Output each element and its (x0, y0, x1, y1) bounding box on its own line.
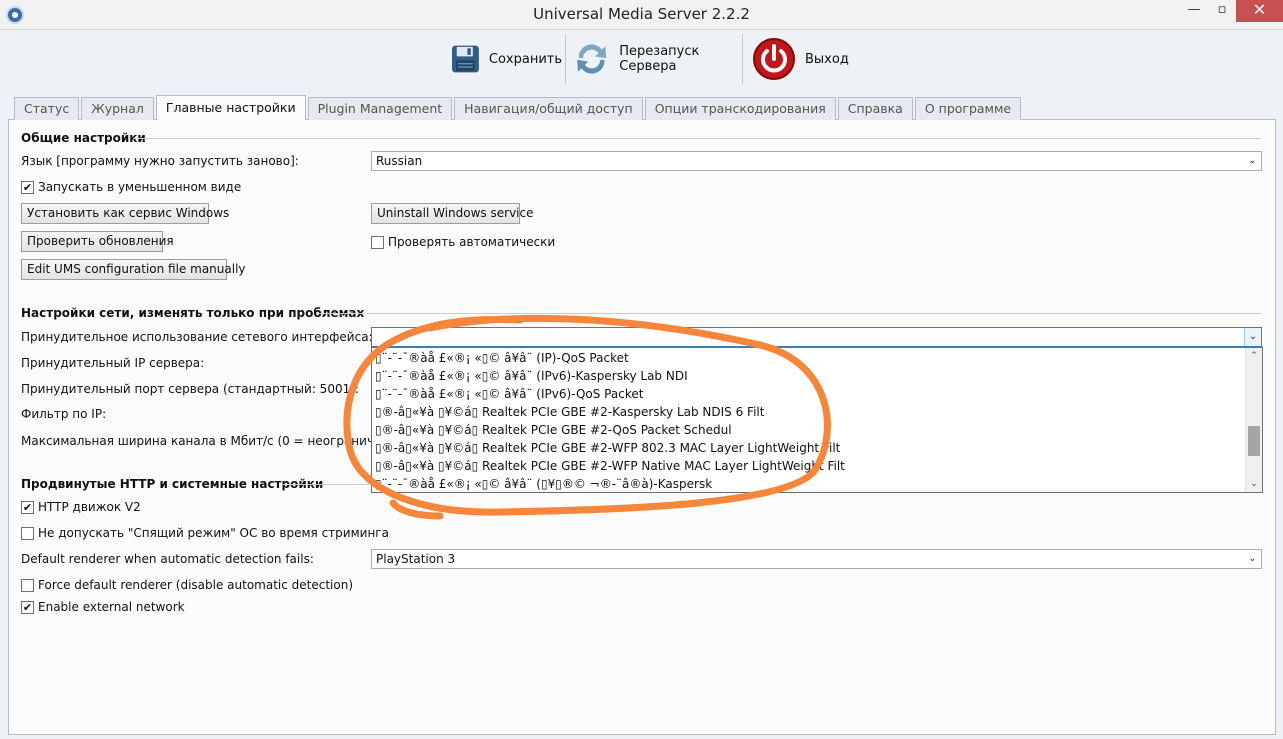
toolbar-separator (565, 34, 566, 84)
scrollbar-thumb[interactable] (1248, 425, 1260, 456)
external-network-label: Enable external network (38, 600, 185, 614)
section-divider (316, 313, 1261, 314)
scroll-up-arrow-icon[interactable]: ⌃ (1246, 348, 1262, 364)
prevent-sleep-checkbox[interactable]: Не допускать "Спящий режим" ОС во время … (21, 526, 389, 540)
check-updates-button[interactable]: Проверить обновления (21, 231, 174, 252)
tab-general-settings[interactable]: Главные настройки (155, 95, 306, 120)
http-v2-label: HTTP движок V2 (38, 500, 141, 514)
window-title: Universal Media Server 2.2.2 (533, 5, 750, 23)
dropdown-option[interactable]: ▯®-â▯«¥à ▯¥©á▯ Realtek PCIe GBE #2-WFP N… (375, 457, 845, 475)
external-network-checkbox[interactable]: ✔ Enable external network (21, 600, 185, 614)
chevron-down-icon: ⌄ (1244, 328, 1261, 346)
chevron-down-icon: ⌄ (1248, 155, 1257, 166)
checkbox-box: ✔ (21, 500, 34, 514)
tab-plugin-management[interactable]: Plugin Management (307, 97, 453, 120)
checkbox-box (21, 526, 34, 540)
force-interface-label: Принудительное использование сетевого ин… (21, 330, 373, 344)
exit-label: Выход (805, 51, 849, 67)
save-label: Сохранить (488, 51, 562, 67)
start-minimized-checkbox[interactable]: ✔ Запускать в уменьшенном виде (21, 180, 241, 194)
dropdown-option[interactable]: ▯®-â▯«¥à ▯¥©á▯ Realtek PCIe GBE #2-QoS P… (375, 421, 732, 439)
prevent-sleep-label: Не допускать "Спящий режим" ОС во время … (38, 526, 389, 540)
exit-button[interactable]: Выход (747, 32, 857, 86)
scroll-down-arrow-icon[interactable]: ⌄ (1246, 476, 1262, 492)
toolbar-separator (742, 34, 743, 84)
tab-log[interactable]: Журнал (81, 97, 154, 120)
checkbox-box: ✔ (21, 180, 34, 194)
start-minimized-label: Запускать в уменьшенном виде (38, 180, 242, 194)
save-button[interactable]: Сохранить (446, 32, 562, 86)
dropdown-option[interactable]: ▯¨-¨-¯®àå £«®¡ «▯© â¥â¨ (IPv6)-Kaspersky… (375, 367, 688, 385)
minimize-button[interactable]: — (1180, 0, 1208, 22)
auto-check-label: Проверять автоматически (388, 235, 556, 249)
title-bar: Universal Media Server 2.2.2 — ▫ ✕ (0, 0, 1283, 30)
checkbox-box (371, 235, 384, 249)
install-service-button[interactable]: Установить как сервис Windows (21, 203, 229, 224)
dropdown-option[interactable]: ▯®-â▯«¥à ▯¥©á▯ Realtek PCIe GBE #2-Kaspe… (375, 403, 764, 421)
edit-config-button[interactable]: Edit UMS configuration file manually (21, 259, 246, 280)
tab-bar: Статус Журнал Главные настройки Plugin M… (14, 95, 1023, 120)
uninstall-service-button[interactable]: Uninstall Windows service (371, 203, 534, 224)
language-select-value: Russian (376, 154, 423, 168)
floppy-disk-icon (452, 45, 479, 73)
default-renderer-value: PlayStation 3 (376, 552, 456, 566)
network-section-title: Настройки сети, изменять только при проб… (21, 306, 365, 320)
checkbox-box (21, 578, 34, 592)
dropdown-scrollbar[interactable]: ⌃ ⌄ (1245, 348, 1262, 492)
close-button[interactable]: ✕ (1236, 0, 1283, 22)
tab-status[interactable]: Статус (14, 97, 80, 120)
ip-filter-label: Фильтр по IP: (21, 407, 107, 421)
force-default-renderer-label: Force default renderer (disable automati… (38, 578, 354, 592)
default-renderer-label: Default renderer when automatic detectio… (21, 552, 314, 566)
force-port-label: Принудительный порт сервера (стандартный… (21, 382, 359, 396)
advanced-section-title: Продвинутые HTTP и системные настройки (21, 477, 324, 491)
tab-about[interactable]: О программе (914, 97, 1022, 120)
network-interface-select[interactable]: ⌄ (371, 327, 1262, 347)
dropdown-option[interactable]: ▯®-â▯«¥à ▯¥©á▯ Realtek PCIe GBE #2-WFP 8… (375, 439, 840, 457)
general-section-title: Общие настройки (21, 131, 146, 145)
restart-label: Перезапуск Сервера (619, 44, 700, 74)
maximize-button[interactable]: ▫ (1208, 0, 1236, 22)
dropdown-option[interactable]: ▯¨-¨-¯®àå £«®¡ «▯© â¥â¨ (▯¥▯®© ¬®-¨â®à)-… (375, 475, 712, 492)
restart-server-button[interactable]: Перезапуск Сервера (568, 32, 740, 86)
force-ip-label: Принудительный IP сервера: (21, 356, 205, 370)
section-divider (133, 138, 1261, 139)
section-divider (283, 484, 369, 485)
language-select[interactable]: Russian ⌄ (371, 151, 1262, 171)
checkbox-box: ✔ (21, 600, 34, 614)
max-bandwidth-label: Максимальная ширина канала в Мбит/с (0 =… (21, 434, 406, 448)
tab-help[interactable]: Справка (837, 97, 913, 120)
force-default-renderer-checkbox[interactable]: Force default renderer (disable automati… (21, 578, 353, 592)
default-renderer-select[interactable]: PlayStation 3 ⌄ (371, 549, 1262, 569)
toolbar: Сохранить Перезапуск Сервера Выход (0, 30, 1283, 90)
network-interface-dropdown-list[interactable]: ▯¨-¨-¯®àå £«®¡ «▯© â¥â¨ (IP)-QoS Packet … (371, 347, 1263, 493)
power-icon (753, 38, 795, 80)
http-v2-checkbox[interactable]: ✔ HTTP движок V2 (21, 500, 141, 514)
language-label: Язык [программу нужно запустить заново]: (21, 154, 299, 168)
refresh-arrows-icon (577, 44, 607, 74)
dropdown-option[interactable]: ▯¨-¨-¯®àå £«®¡ «▯© â¥â¨ (IP)-QoS Packet (375, 349, 629, 367)
tab-transcoding-options[interactable]: Опции транскодирования (644, 97, 836, 120)
tab-navigation-sharing[interactable]: Навигация/общий доступ (454, 97, 643, 120)
dropdown-option[interactable]: ▯¨-¨-¯®àå £«®¡ «▯© â¥â¨ (IPv6)-QoS Packe… (375, 385, 643, 403)
chevron-down-icon: ⌄ (1248, 553, 1257, 564)
auto-check-checkbox[interactable]: Проверять автоматически (371, 235, 555, 249)
